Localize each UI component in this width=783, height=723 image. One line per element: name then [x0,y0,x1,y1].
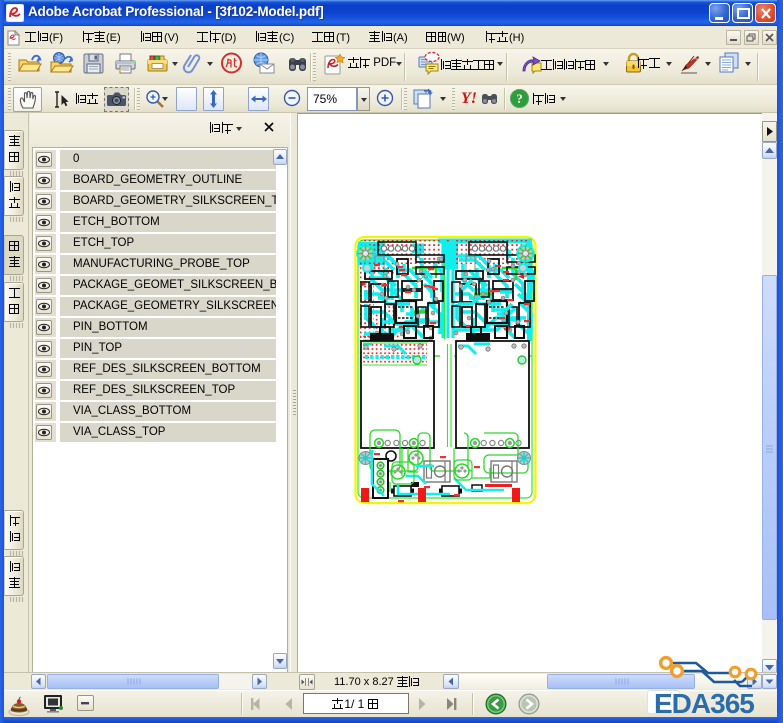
svg-text:?: ? [516,91,523,106]
svg-text:EDA365: EDA365 [654,688,754,719]
